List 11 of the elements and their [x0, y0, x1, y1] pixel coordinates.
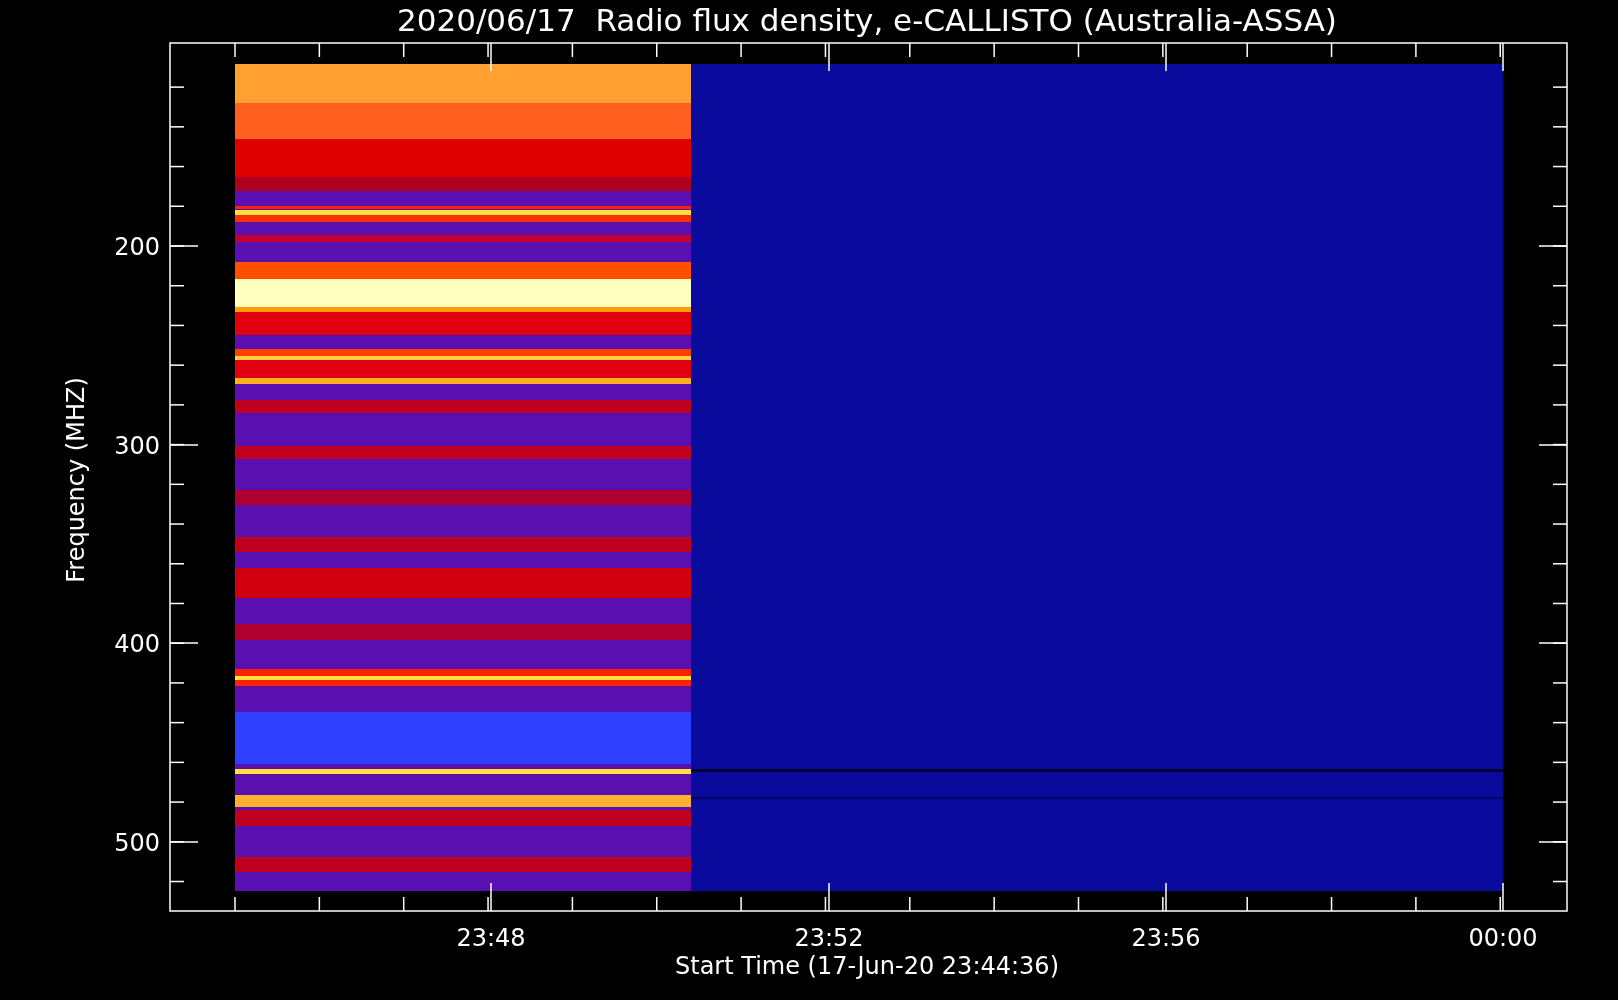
x-axis-label: Start Time (17-Jun-20 23:44:36): [675, 952, 1059, 980]
x-tick-label: 00:00: [1468, 924, 1538, 952]
y-tick-label: 400: [114, 630, 160, 658]
y-axis-label: Frequency (MHZ): [62, 377, 90, 583]
x-tick-label: 23:56: [1131, 924, 1201, 952]
y-tick-label: 500: [114, 829, 160, 857]
y-tick-label: 300: [114, 432, 160, 460]
x-tick-label: 23:48: [456, 924, 526, 952]
y-tick-label: 200: [114, 233, 160, 261]
chart-title: 2020/06/17 Radio flux density, e-CALLISTO (Australia-ASSA): [397, 2, 1337, 38]
x-tick-label: 23:52: [794, 924, 864, 952]
